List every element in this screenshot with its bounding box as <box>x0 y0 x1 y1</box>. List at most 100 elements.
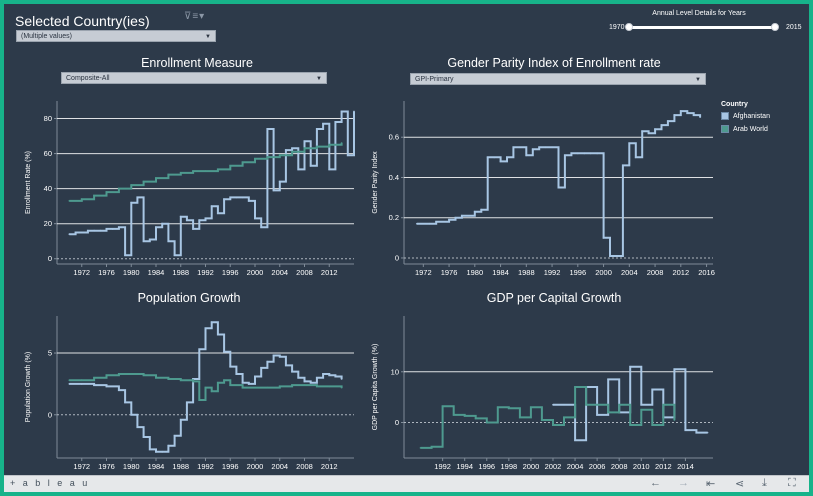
chart-enrollment-x-tick-label: 2000 <box>247 268 264 277</box>
chart-enrollment-point-arab-world[interactable] <box>105 191 108 194</box>
chart-enrollment-point-arab-world[interactable] <box>155 177 157 180</box>
chart-enrollment-point-afghanistan[interactable] <box>210 205 213 208</box>
chart-enrollment-x-tick-label: 1996 <box>222 268 239 277</box>
chart-enrollment-point-arab-world[interactable] <box>303 147 306 150</box>
chart-enrollment-x-tick-label: 2012 <box>321 268 338 277</box>
legend-item-afghanistan[interactable]: Afghanistan <box>721 112 770 122</box>
chart-enrollment-point-arab-world[interactable] <box>80 198 83 201</box>
share-icon[interactable]: ⋖ <box>735 477 744 490</box>
chart-enrollment-point-arab-world[interactable] <box>192 170 195 173</box>
download-icon[interactable]: ⤓ <box>762 477 767 490</box>
chart-enrollment-point-afghanistan[interactable] <box>179 215 182 218</box>
chart-enrollment-point-afghanistan[interactable] <box>192 228 195 230</box>
chart-enrollment-point-afghanistan[interactable] <box>161 222 164 225</box>
chart-enrollment-point-afghanistan[interactable] <box>254 217 256 220</box>
chart-enrollment-point-arab-world[interactable] <box>130 184 133 187</box>
chart-enrollment-point-afghanistan[interactable] <box>87 229 89 232</box>
tableau-toolbar: + a b l e a u ← → ⇤ ⋖ ⤓ ⛶ <box>4 475 809 492</box>
chart-enrollment-point-afghanistan[interactable] <box>260 226 263 229</box>
chart-enrollment-point-afghanistan[interactable] <box>229 196 232 199</box>
chart-enrollment-point-arab-world[interactable] <box>68 200 71 202</box>
chart-enrollment-point-afghanistan[interactable] <box>93 229 96 232</box>
chart-enrollment-point-arab-world[interactable] <box>167 173 170 176</box>
revert-icon[interactable]: ⇤ <box>706 477 715 490</box>
chart-enrollment-point-arab-world[interactable] <box>266 156 269 158</box>
chart-enrollment-point-arab-world[interactable] <box>179 171 182 174</box>
chart-enrollment-point-afghanistan[interactable] <box>105 228 108 230</box>
chart-enrollment-point-afghanistan[interactable] <box>136 196 139 199</box>
chart-enrollment-point-afghanistan[interactable] <box>346 154 349 157</box>
chart-enrollment-point-arab-world[interactable] <box>278 154 281 157</box>
chart-enrollment-x-tick-label: 1992 <box>197 268 214 277</box>
chart-enrollment-point-afghanistan[interactable] <box>278 180 281 183</box>
chart-enrollment-point-afghanistan[interactable] <box>291 147 294 150</box>
dashboard: Selected Country(ies) ⊽≡▾ (Multiple valu… <box>4 4 809 492</box>
chart-enrollment-series-afghanistan[interactable] <box>69 110 355 257</box>
chart-enrollment-point-afghanistan[interactable] <box>148 238 151 241</box>
undo-icon[interactable]: ← <box>650 477 661 489</box>
chart-enrollment-point-arab-world[interactable] <box>204 170 207 173</box>
chart-enrollment-point-arab-world[interactable] <box>117 187 120 190</box>
chart-enrollment-point-afghanistan[interactable] <box>309 164 312 167</box>
legend-item-arab-world[interactable]: Arab World <box>721 125 768 135</box>
chart-enrollment-point-arab-world[interactable] <box>328 143 331 146</box>
chart-enrollment-point-afghanistan[interactable] <box>167 240 170 243</box>
chart-enrollment-x-tick-label: 1988 <box>172 268 189 277</box>
chart-enrollment-x-tick-label: 2008 <box>296 268 313 277</box>
chart-enrollment-x-tick-label: 1984 <box>148 268 165 277</box>
chart-enrollment-point-afghanistan[interactable] <box>216 212 219 215</box>
chart-enrollment-x-tick-label: 1972 <box>73 268 90 277</box>
chart-enrollment-point-arab-world[interactable] <box>93 194 96 197</box>
chart-enrollment-point-afghanistan[interactable] <box>80 231 83 234</box>
chart-enrollment-point-afghanistan[interactable] <box>74 231 77 234</box>
chart-enrollment-point-afghanistan[interactable] <box>223 198 225 201</box>
chart-enrollment-point-afghanistan[interactable] <box>315 128 318 130</box>
chart-enrollment-point-afghanistan[interactable] <box>142 240 145 243</box>
chart-enrollment-point-afghanistan[interactable] <box>155 226 157 229</box>
fullscreen-icon[interactable]: ⛶ <box>788 477 796 490</box>
chart-enrollment-point-afghanistan[interactable] <box>124 254 126 257</box>
chart-enrollment-point-afghanistan[interactable] <box>285 149 287 151</box>
chart-enrollment-point-afghanistan[interactable] <box>198 219 201 222</box>
chart-enrollment-point-afghanistan[interactable] <box>303 140 306 143</box>
redo-icon[interactable]: → <box>678 477 689 489</box>
chart-enrollment-point-afghanistan[interactable] <box>204 217 207 220</box>
chart-enrollment-point-afghanistan[interactable] <box>297 168 300 171</box>
chart-enrollment-point-afghanistan[interactable] <box>235 196 238 199</box>
chart-enrollment-point-afghanistan[interactable] <box>266 128 269 130</box>
chart-enrollment-point-afghanistan[interactable] <box>334 121 337 123</box>
chart-enrollment-point-arab-world[interactable] <box>254 157 256 160</box>
chart-enrollment-point-afghanistan[interactable] <box>111 228 114 230</box>
chart-enrollment-point-afghanistan[interactable] <box>322 122 324 125</box>
chart-enrollment-point-afghanistan[interactable] <box>99 229 102 232</box>
chart-enrollment-y-tick-label: 60 <box>44 149 52 158</box>
chart-enrollment-point-afghanistan[interactable] <box>173 254 176 257</box>
chart-enrollment-point-afghanistan[interactable] <box>272 189 275 192</box>
chart-enrollment-point-afghanistan[interactable] <box>241 196 244 199</box>
chart-enrollment-point-arab-world[interactable] <box>315 145 318 148</box>
chart-enrollment-y-axis-label: Enrollment Rate (%) <box>25 151 32 214</box>
legend-label-afghanistan: Afghanistan <box>733 113 770 120</box>
chart-enrollment-point-afghanistan[interactable] <box>186 219 188 222</box>
chart-enrollment-point-afghanistan[interactable] <box>130 201 133 204</box>
chart-enrollment-point-afghanistan[interactable] <box>117 226 120 229</box>
chart-enrollment-point-afghanistan[interactable] <box>353 110 355 113</box>
enrollment-chart[interactable]: 0 20 40 60 80 1972 1976 1980 1984 1988 1992 1996 200… <box>4 4 809 492</box>
chart-enrollment-y-tick-label: 20 <box>44 219 52 228</box>
legend-title: Country <box>721 101 748 108</box>
chart-enrollment-point-arab-world[interactable] <box>142 180 145 183</box>
chart-enrollment-point-arab-world[interactable] <box>340 142 343 144</box>
chart-enrollment-y-tick-label: 0 <box>48 254 52 263</box>
chart-enrollment-point-afghanistan[interactable] <box>328 168 331 171</box>
chart-enrollment-point-afghanistan[interactable] <box>340 110 343 113</box>
chart-enrollment-point-arab-world[interactable] <box>229 164 232 167</box>
chart-enrollment-point-afghanistan[interactable] <box>68 233 71 236</box>
chart-enrollment-point-arab-world[interactable] <box>216 168 219 171</box>
chart-enrollment-point-afghanistan[interactable] <box>247 200 250 202</box>
chart-enrollment-point-arab-world[interactable] <box>291 150 294 153</box>
tableau-logo[interactable]: + a b l e a u <box>10 478 90 488</box>
legend-label-arab-world: Arab World <box>733 126 768 133</box>
legend-swatch-afghanistan <box>721 112 729 121</box>
chart-enrollment-point-arab-world[interactable] <box>241 161 244 164</box>
chart-enrollment-x-tick-label: 1976 <box>98 268 115 277</box>
